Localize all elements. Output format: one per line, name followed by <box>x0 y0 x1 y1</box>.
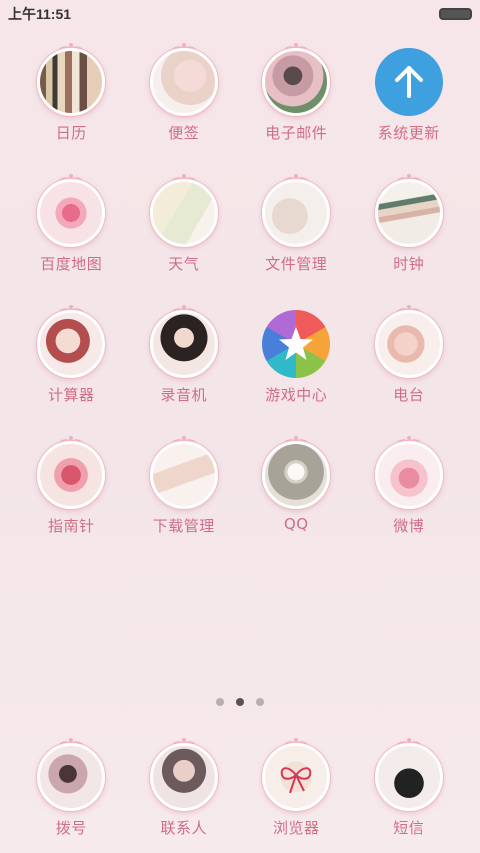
download-legs-icon[interactable] <box>149 441 218 509</box>
files-bed-icon[interactable] <box>262 179 331 247</box>
recorder-girl-icon[interactable] <box>149 310 218 378</box>
dock: 拨号 联系人 浏览器 短信 <box>15 737 465 838</box>
app-label: 系统更新 <box>377 124 440 142</box>
app-dialer-photo[interactable]: 拨号 <box>15 737 128 838</box>
app-contacts-photo[interactable]: 联系人 <box>128 737 241 838</box>
app-label: 联系人 <box>160 819 207 837</box>
weibo-rose-icon[interactable] <box>374 441 443 509</box>
qq-cup-icon[interactable] <box>262 441 331 509</box>
app-files-bed[interactable]: 文件管理 <box>240 173 353 304</box>
app-label: 拨号 <box>55 819 87 837</box>
app-label: 日历 <box>55 124 87 142</box>
browser-bow-icon[interactable] <box>262 743 331 811</box>
status-time: 上午11:51 <box>8 6 72 22</box>
app-label: 电子邮件 <box>265 124 328 142</box>
map-rose-icon[interactable] <box>37 179 106 247</box>
app-grid: 日历 便签 电子邮件 系统更新百度地图 天气 文件管理 时钟计算器 录音机 游戏中心 电台指南针 下… <box>15 42 465 566</box>
app-label: 游戏中心 <box>265 386 328 404</box>
app-label: 短信 <box>393 819 425 837</box>
app-icon-frame <box>260 737 332 811</box>
app-icon-frame <box>35 737 107 811</box>
app-weibo-rose[interactable]: 微博 <box>353 435 466 566</box>
sms-suit-icon[interactable] <box>374 743 443 811</box>
app-icon-frame <box>35 304 107 378</box>
app-label: 时钟 <box>393 255 425 273</box>
app-browser-bow[interactable]: 浏览器 <box>240 737 353 838</box>
email-photo-icon[interactable] <box>262 48 331 116</box>
app-books[interactable]: 日历 <box>15 42 128 173</box>
app-icon-frame <box>35 173 107 247</box>
app-label: 指南针 <box>47 517 95 535</box>
calculator-girl-icon[interactable] <box>37 310 106 378</box>
star-icon <box>279 327 314 360</box>
up-arrow-icon <box>394 66 423 98</box>
weather-curtain-icon[interactable] <box>149 179 218 247</box>
game-star-icon[interactable] <box>262 310 331 378</box>
app-icon-frame <box>148 173 220 247</box>
app-email-photo[interactable]: 电子邮件 <box>240 42 353 173</box>
app-map-rose[interactable]: 百度地图 <box>15 173 128 304</box>
app-icon-frame <box>373 173 445 247</box>
status-bar: 上午11:51 <box>0 0 480 28</box>
app-qq-cup[interactable]: QQ <box>240 435 353 566</box>
app-download-legs[interactable]: 下载管理 <box>128 435 241 566</box>
app-calculator-girl[interactable]: 计算器 <box>15 304 128 435</box>
page-indicator <box>0 698 480 706</box>
app-icon-frame <box>148 435 220 509</box>
dialer-photo-icon[interactable] <box>37 743 106 811</box>
app-label: 计算器 <box>47 386 95 404</box>
radio-photo-icon[interactable] <box>374 310 443 378</box>
app-label: 微博 <box>393 517 425 535</box>
app-icon-frame <box>373 737 445 811</box>
app-label: 便签 <box>168 124 200 142</box>
app-compass-flower[interactable]: 指南针 <box>15 435 128 566</box>
app-icon-frame <box>260 304 332 378</box>
app-icon-frame <box>148 737 220 811</box>
app-icon-frame <box>260 42 332 116</box>
app-label: 文件管理 <box>265 255 328 273</box>
app-icon-frame <box>373 435 445 509</box>
app-label: 浏览器 <box>272 819 320 837</box>
app-icon-frame <box>148 304 220 378</box>
page-dot-2[interactable] <box>236 698 244 706</box>
app-label: 天气 <box>168 255 200 273</box>
page-dot-1[interactable] <box>216 698 224 706</box>
contacts-photo-icon[interactable] <box>149 743 218 811</box>
ribbon-bow-icon <box>280 767 312 794</box>
app-label: QQ <box>283 515 309 533</box>
app-icon-frame <box>373 304 445 378</box>
books-icon[interactable] <box>37 48 106 116</box>
app-label: 录音机 <box>160 386 207 404</box>
app-icon-frame <box>35 42 107 116</box>
compass-flower-icon[interactable] <box>37 441 106 509</box>
app-radio-photo[interactable]: 电台 <box>353 304 466 435</box>
app-icon-frame <box>260 435 332 509</box>
app-update-arrow[interactable]: 系统更新 <box>353 42 466 173</box>
app-label: 下载管理 <box>152 517 215 535</box>
app-icon-frame <box>373 42 445 116</box>
clock-books-icon[interactable] <box>374 179 443 247</box>
notes-photo-icon[interactable] <box>149 48 218 116</box>
app-clock-books[interactable]: 时钟 <box>353 173 466 304</box>
app-label: 电台 <box>393 386 425 404</box>
battery-icon <box>439 8 472 20</box>
app-sms-suit[interactable]: 短信 <box>353 737 466 838</box>
app-icon-frame <box>148 42 220 116</box>
app-notes-photo[interactable]: 便签 <box>128 42 241 173</box>
app-icon-frame <box>260 173 332 247</box>
app-icon-frame <box>35 435 107 509</box>
app-label: 百度地图 <box>40 255 103 273</box>
page-dot-3[interactable] <box>256 698 264 706</box>
update-arrow-icon[interactable] <box>374 48 443 116</box>
app-game-star[interactable]: 游戏中心 <box>240 304 353 435</box>
app-weather-curtain[interactable]: 天气 <box>128 173 241 304</box>
app-recorder-girl[interactable]: 录音机 <box>128 304 241 435</box>
